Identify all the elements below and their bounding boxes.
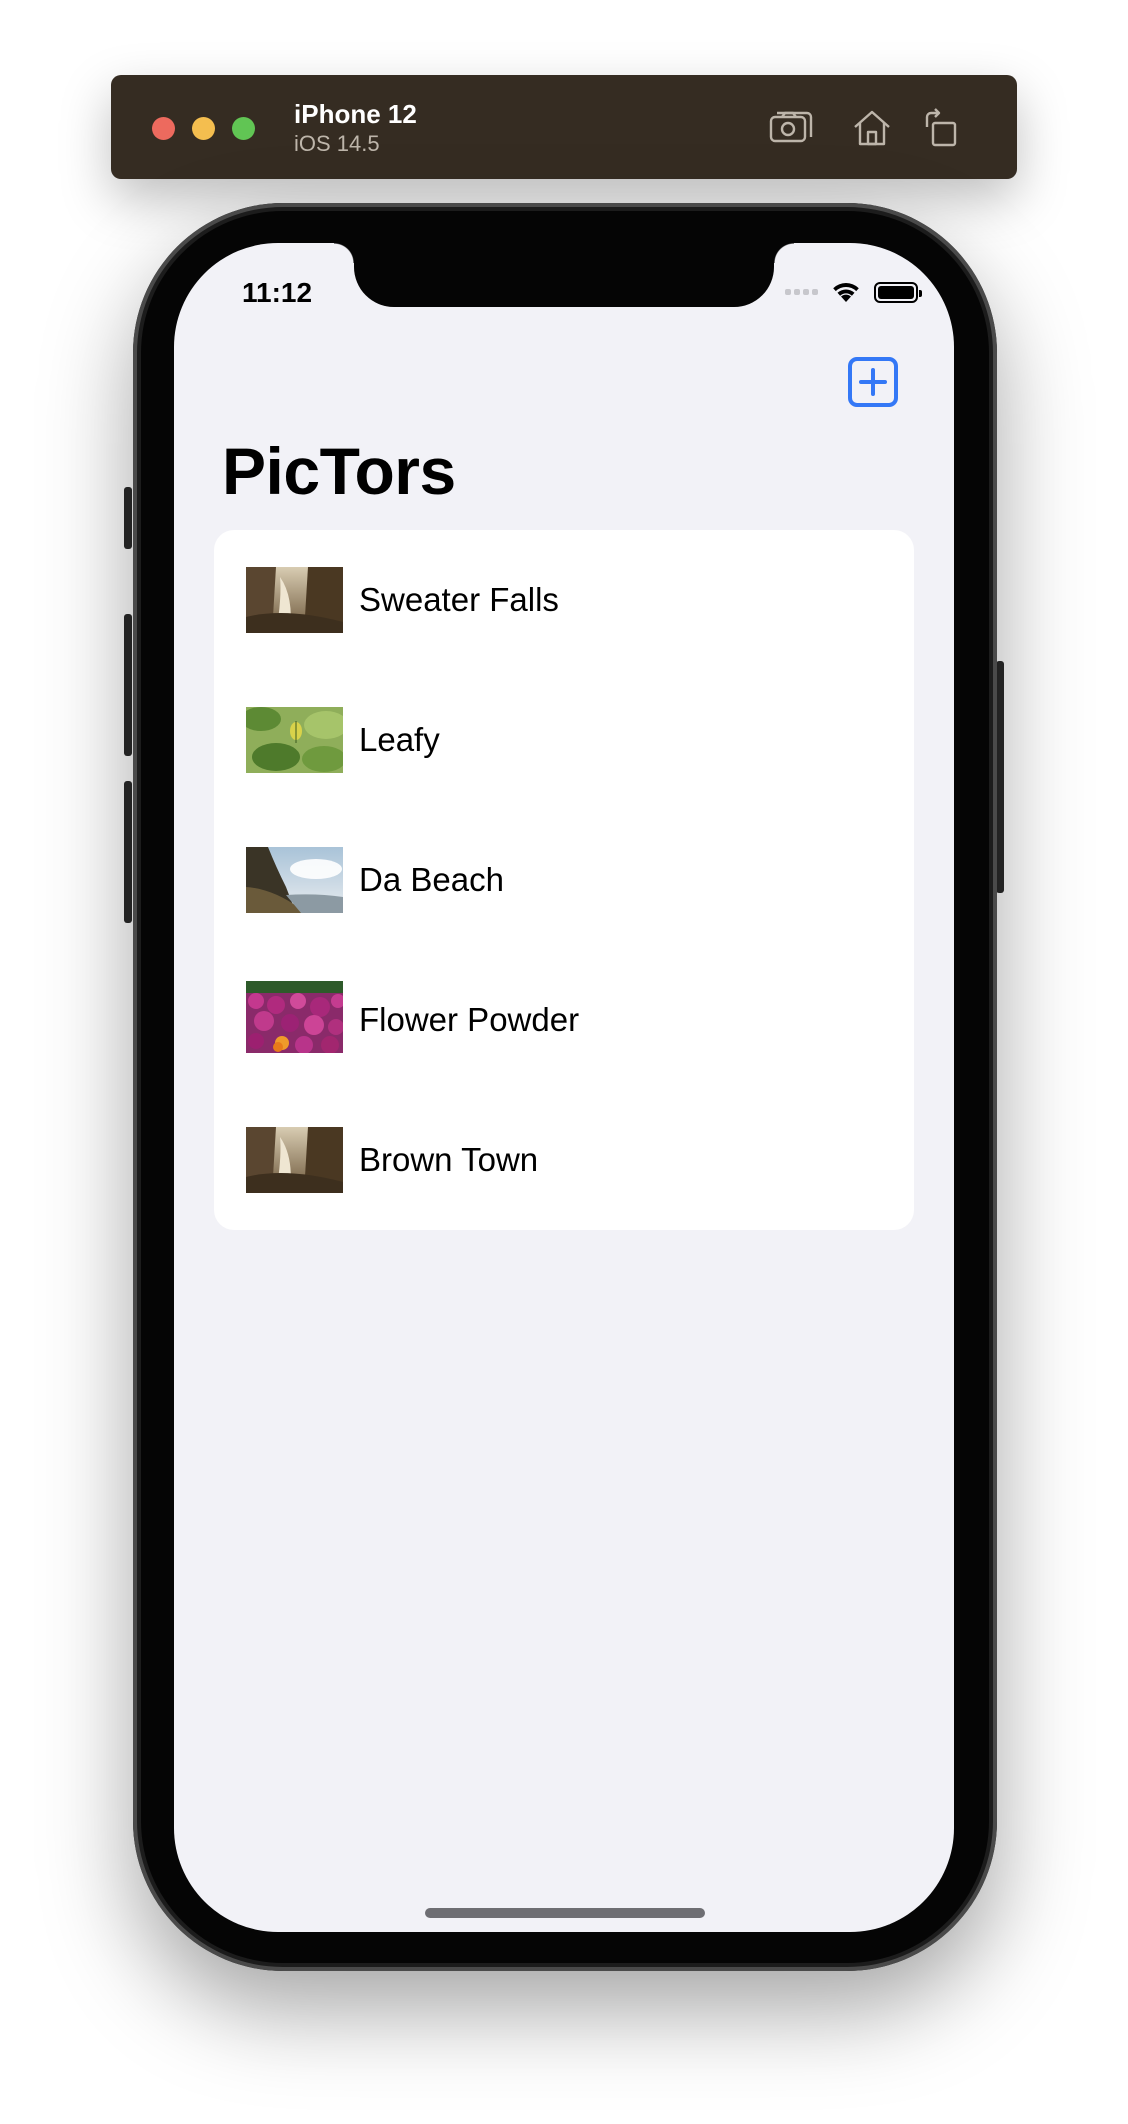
list-item[interactable]: Flower Powder bbox=[214, 950, 914, 1090]
thumbnail-image bbox=[246, 847, 343, 913]
plus-square-icon bbox=[848, 357, 898, 407]
list-item[interactable]: Leafy bbox=[214, 670, 914, 810]
volume-down-button bbox=[124, 781, 132, 923]
thumbnail-image bbox=[246, 981, 343, 1053]
list-item-label: Sweater Falls bbox=[359, 581, 559, 618]
zoom-window-button[interactable] bbox=[232, 117, 255, 140]
thumbnail-image bbox=[246, 1127, 343, 1193]
mute-switch bbox=[124, 487, 132, 549]
close-window-button[interactable] bbox=[152, 117, 175, 140]
rotate-icon[interactable] bbox=[919, 105, 965, 151]
side-power-button bbox=[996, 661, 1004, 893]
device-name: iPhone 12 bbox=[294, 99, 417, 129]
volume-up-button bbox=[124, 614, 132, 756]
list-item[interactable]: Sweater Falls bbox=[214, 530, 914, 670]
home-indicator[interactable] bbox=[425, 1908, 705, 1918]
status-icons bbox=[785, 280, 922, 304]
list-item-label: Leafy bbox=[359, 721, 440, 758]
list-item-label: Flower Powder bbox=[359, 1001, 580, 1038]
photo-list: Sweater Falls Leafy Da Beach Flower Powd… bbox=[214, 530, 914, 1230]
app-screen: 11:12 PicTors Sweater Falls Leafy Da Bea… bbox=[174, 243, 954, 1932]
list-item[interactable]: Brown Town bbox=[214, 1090, 914, 1230]
simulator-title-bar: iPhone 12 iOS 14.5 bbox=[111, 75, 1017, 179]
screenshot-icon[interactable] bbox=[768, 105, 814, 151]
thumbnail-image bbox=[246, 567, 343, 633]
list-item-label: Brown Town bbox=[359, 1141, 539, 1178]
home-icon[interactable] bbox=[849, 105, 895, 151]
list-item[interactable]: Da Beach bbox=[214, 810, 914, 950]
page-title: PicTors bbox=[222, 434, 456, 508]
signal-icon bbox=[785, 289, 818, 295]
status-time: 11:12 bbox=[242, 277, 313, 308]
battery-icon bbox=[874, 281, 922, 303]
minimize-window-button[interactable] bbox=[192, 117, 215, 140]
add-button[interactable] bbox=[847, 356, 899, 408]
thumbnail-image bbox=[246, 707, 343, 773]
os-version: iOS 14.5 bbox=[294, 131, 380, 156]
wifi-icon bbox=[830, 280, 862, 304]
list-item-label: Da Beach bbox=[359, 861, 504, 898]
simulator-stage: iPhone 12 iOS 14.5 11:12 PicTors Sweater… bbox=[0, 0, 1128, 2124]
notch bbox=[334, 243, 794, 307]
